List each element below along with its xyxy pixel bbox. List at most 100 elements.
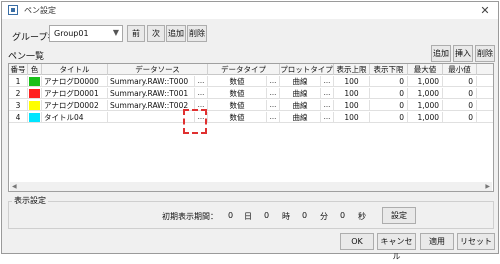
data-type-cell[interactable]: 数値 [208,76,267,87]
seconds-value[interactable]: 0 [340,211,345,220]
ok-button[interactable]: OK [340,233,374,250]
add-group-button[interactable]: 追加 [166,25,186,42]
horizontal-scrollbar[interactable]: ◀ ▶ [10,182,492,191]
data-source-browse-button[interactable]: ... [195,88,208,99]
data-type-cell[interactable]: 数値 [208,100,267,111]
hours-value[interactable]: 0 [264,211,269,220]
plot-type-browse-button[interactable]: ... [321,112,334,123]
color-swatch[interactable] [29,89,40,98]
window-icon [8,5,18,15]
header-title: タイトル [42,64,108,75]
plot-type-cell[interactable]: 曲線 [280,112,321,123]
scroll-left-icon[interactable]: ◀ [12,182,17,191]
next-button[interactable]: 次 [147,25,165,42]
apply-button[interactable]: 適用 [420,233,454,250]
title-cell[interactable]: アナログD0000 [42,76,108,87]
data-type-cell[interactable]: 数値 [208,88,267,99]
group-name-select[interactable]: Group01 ▼ [49,25,123,42]
min-cell[interactable]: 0 [443,88,477,99]
display-upper-cell[interactable]: 100 [334,100,370,111]
data-source-cell[interactable]: Summary.RAW::T001 [108,88,195,99]
chevron-down-icon[interactable]: ▼ [113,28,119,37]
max-cell[interactable]: 1,000 [408,76,443,87]
data-type-browse-button[interactable]: ... [267,100,280,111]
data-source-cell[interactable] [108,112,195,123]
scroll-right-icon[interactable]: ▶ [485,182,490,191]
header-data-type: データタイプ [208,64,280,75]
header-min: 最小値 [443,64,477,75]
data-type-browse-button[interactable]: ... [267,88,280,99]
min-cell[interactable]: 0 [443,100,477,111]
plot-type-browse-button[interactable]: ... [321,76,334,87]
delete-pen-button[interactable]: 削除 [475,45,495,62]
cancel-button[interactable]: キャンセル [377,233,416,261]
hours-unit: 時 [282,212,290,221]
color-cell[interactable] [28,88,42,99]
pen-table: 番号 色 タイトル データソース データタイプ プロットタイプ 表示上限 表示下… [8,63,494,192]
color-cell[interactable] [28,112,42,123]
data-source-cell[interactable]: Summary.RAW::T002 [108,100,195,111]
row-number: 2 [9,88,28,99]
max-cell[interactable]: 1,000 [408,88,443,99]
title-cell[interactable]: アナログD0002 [42,100,108,111]
color-swatch[interactable] [29,113,40,122]
seconds-unit: 秒 [358,212,366,221]
min-cell[interactable]: 0 [443,112,477,123]
min-cell[interactable]: 0 [443,76,477,87]
display-lower-cell[interactable]: 0 [370,100,408,111]
table-row[interactable]: 1 アナログD0000 Summary.RAW::T000 ... 数値 ...… [9,76,493,87]
display-lower-cell[interactable]: 0 [370,112,408,123]
header-plot-type: プロットタイプ [280,64,334,75]
pen-settings-window: ペン設定 ✕ グループ名 Group01 ▼ 前 次 追加 削除 ペン一覧 追加… [1,1,499,261]
color-cell[interactable] [28,76,42,87]
color-cell[interactable] [28,100,42,111]
prev-button[interactable]: 前 [127,25,145,42]
minutes-unit: 分 [320,212,328,221]
plot-type-cell[interactable]: 曲線 [280,88,321,99]
highlight-marker [183,109,207,134]
days-value[interactable]: 0 [228,211,233,220]
days-unit: 日 [244,212,252,221]
plot-type-cell[interactable]: 曲線 [280,100,321,111]
title-cell[interactable]: アナログD0001 [42,88,108,99]
header-display-upper: 表示上限 [334,64,370,75]
plot-type-browse-button[interactable]: ... [321,100,334,111]
header-color: 色 [28,64,42,75]
window-title: ペン設定 [24,6,56,15]
header-display-lower: 表示下限 [370,64,408,75]
close-icon[interactable]: ✕ [474,3,496,18]
table-row[interactable]: 2 アナログD0001 Summary.RAW::T001 ... 数値 ...… [9,88,493,99]
data-type-browse-button[interactable]: ... [267,76,280,87]
set-period-button[interactable]: 設定 [382,207,416,224]
pen-list-label: ペン一覧 [8,52,45,62]
max-cell[interactable]: 1,000 [408,112,443,123]
display-lower-cell[interactable]: 0 [370,76,408,87]
display-upper-cell[interactable]: 100 [334,112,370,123]
table-row[interactable]: 4 タイトル04 ... 数値 ... 曲線 ... 100 0 1,000 0 [9,112,493,123]
plot-type-browse-button[interactable]: ... [321,88,334,99]
display-lower-cell[interactable]: 0 [370,88,408,99]
reset-button[interactable]: リセット [457,233,495,250]
display-upper-cell[interactable]: 100 [334,76,370,87]
insert-pen-button[interactable]: 挿入 [453,45,473,62]
data-source-cell[interactable]: Summary.RAW::T000 [108,76,195,87]
initial-period-label: 初期表示期間： [162,212,218,221]
delete-group-button[interactable]: 削除 [187,25,207,42]
title-cell[interactable]: タイトル04 [42,112,108,123]
title-bar[interactable]: ペン設定 ✕ [2,2,498,19]
display-upper-cell[interactable]: 100 [334,88,370,99]
data-type-cell[interactable]: 数値 [208,112,267,123]
table-header: 番号 色 タイトル データソース データタイプ プロットタイプ 表示上限 表示下… [9,64,493,75]
data-type-browse-button[interactable]: ... [267,112,280,123]
data-source-browse-button[interactable]: ... [195,76,208,87]
plot-type-cell[interactable]: 曲線 [280,76,321,87]
color-swatch[interactable] [29,101,40,110]
max-cell[interactable]: 1,000 [408,100,443,111]
table-row[interactable]: 3 アナログD0002 Summary.RAW::T002 ... 数値 ...… [9,100,493,111]
minutes-value[interactable]: 0 [302,211,307,220]
row-number: 1 [9,76,28,87]
row-number: 3 [9,100,28,111]
header-number: 番号 [9,64,28,75]
color-swatch[interactable] [29,77,40,86]
add-pen-button[interactable]: 追加 [431,45,451,62]
